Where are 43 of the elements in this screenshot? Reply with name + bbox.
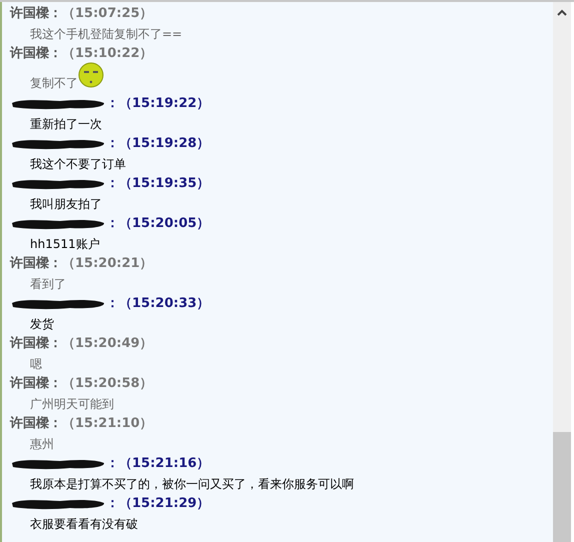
sender-name: ： bbox=[106, 135, 119, 154]
message-time: （15:20:33） bbox=[119, 295, 210, 314]
sender-name: ： bbox=[106, 495, 119, 514]
sender-name: 许国樑： bbox=[10, 335, 62, 354]
message-time: （15:19:35） bbox=[119, 175, 210, 194]
message-text: hh1511账户 bbox=[30, 236, 100, 253]
message-text: 惠州 bbox=[30, 436, 54, 453]
message-time: （15:19:22） bbox=[119, 95, 210, 114]
scrollbar-thumb[interactable] bbox=[553, 432, 571, 542]
message-time: （15:20:05） bbox=[119, 215, 210, 234]
message-text: 我这个不要了订单 bbox=[30, 156, 126, 173]
message-time: （15:19:28） bbox=[119, 135, 210, 154]
sender-name: ： bbox=[106, 215, 119, 234]
sender-name: 许国樑： bbox=[10, 375, 62, 394]
message-text: 我叫朋友拍了 bbox=[30, 196, 102, 213]
message-text: 重新拍了一次 bbox=[30, 116, 102, 133]
message-time: （15:20:58） bbox=[62, 375, 153, 394]
sender-name: 许国樑： bbox=[10, 255, 62, 274]
message-time: （15:20:21） bbox=[62, 255, 153, 274]
message-text: 复制不了 bbox=[30, 75, 78, 92]
message-text: 我原本是打算不买了的，被你一问又买了，看来你服务可以啊 bbox=[30, 476, 354, 493]
message-text: 衣服要看看有没有破 bbox=[30, 516, 138, 533]
message-text: 广州明天可能到 bbox=[30, 396, 114, 413]
message-time: （15:20:49） bbox=[62, 335, 153, 354]
smiley-icon bbox=[78, 62, 104, 88]
message-time: （15:07:25） bbox=[62, 5, 153, 24]
sender-name: ： bbox=[106, 175, 119, 194]
message-time: （15:21:10） bbox=[62, 415, 153, 434]
message-time: （15:10:22） bbox=[62, 45, 153, 64]
message-time: （15:21:29） bbox=[119, 495, 210, 514]
message-text: 我这个手机登陆复制不了== bbox=[30, 26, 182, 43]
sender-name: 许国樑： bbox=[10, 45, 62, 64]
message-time: （15:21:16） bbox=[119, 455, 210, 474]
message-text: 嗯 bbox=[30, 356, 42, 373]
sender-name: 许国樑： bbox=[10, 5, 62, 24]
chevron-up-icon bbox=[557, 8, 567, 16]
sender-name: ： bbox=[106, 455, 119, 474]
sender-name: 许国樑： bbox=[10, 415, 62, 434]
scrollbar-track[interactable] bbox=[553, 2, 571, 542]
message-text: 发货 bbox=[30, 316, 54, 333]
sender-name: ： bbox=[106, 295, 119, 314]
sender-name: ： bbox=[106, 95, 119, 114]
message-text: 看到了 bbox=[30, 276, 66, 293]
